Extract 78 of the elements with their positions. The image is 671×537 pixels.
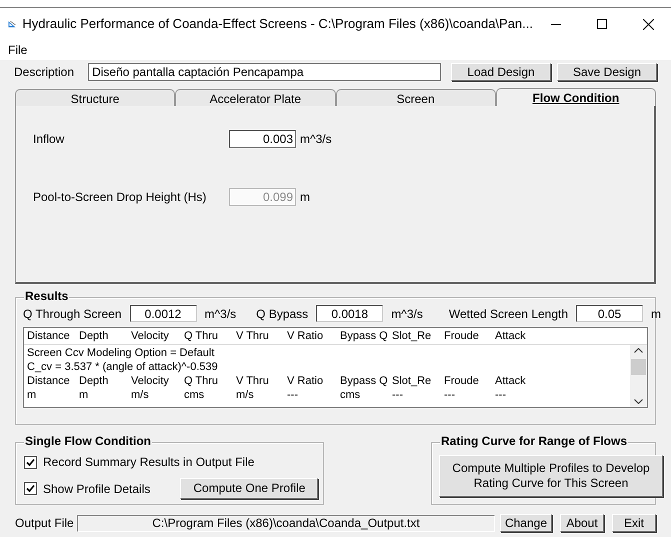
log-cell-text: Q Thru	[184, 374, 220, 388]
description-field[interactable]: Diseño pantalla captación Pencapampa	[88, 63, 441, 81]
tab[interactable]: Accelerator Plate	[175, 89, 336, 106]
checkbox-label: Show Profile Details	[43, 480, 150, 498]
checkbox[interactable]	[24, 456, 37, 468]
log-cell-text: ---	[444, 388, 456, 402]
result-field[interactable]: 0.0018	[316, 305, 384, 322]
check-icon	[26, 484, 35, 493]
log-cell-text: cms	[184, 388, 206, 402]
log-cell-text: Distance	[27, 374, 71, 388]
column-header: Depth	[79, 329, 110, 343]
log-cell-text: m/s	[236, 388, 255, 402]
result-field[interactable]: 0.0012	[130, 305, 197, 322]
log-cell-text: Slot_Re	[392, 374, 432, 388]
group-title: Single Flow Condition	[24, 434, 152, 449]
log-cell-text: Froude	[444, 374, 480, 388]
column-header: Distance	[27, 329, 71, 343]
menu-item[interactable]: File	[8, 41, 28, 59]
compute-profile-button[interactable]: Compute One Profile	[180, 478, 318, 499]
value-field: 0.099	[229, 188, 296, 206]
footer-button[interactable]: About	[560, 514, 604, 532]
column-header: Froude	[444, 329, 480, 343]
log-cell-text: ---	[392, 388, 404, 402]
field-label: Inflow	[33, 131, 66, 148]
checkbox-label: Record Summary Results in Output File	[43, 454, 254, 471]
tab[interactable]: Screen	[336, 89, 496, 106]
column-header: Q Thru	[184, 329, 220, 343]
window-title: Hydraulic Performance of Coanda-Effect Screens - C:\Program Files (x86)\coanda\Pan...	[22, 15, 533, 34]
output-file-field: C:\Program Files (x86)\coanda\Coanda_Output.txt	[77, 514, 495, 532]
column-header: Velocity	[131, 329, 170, 343]
design-button[interactable]: Load Design	[451, 63, 551, 81]
log-cell-text: Bypass Q	[340, 374, 389, 388]
unit-label: m	[300, 189, 310, 206]
scroll-down-icon[interactable]	[634, 399, 643, 404]
log-cell-text: V Thru	[236, 374, 270, 388]
scrollbar[interactable]	[630, 345, 647, 407]
maximize-icon	[597, 19, 607, 29]
design-button[interactable]: Save Design	[557, 63, 657, 81]
result-label: Q Bypass	[256, 306, 308, 322]
log-cell-text: m	[79, 388, 90, 402]
value-field[interactable]: 0.003	[229, 130, 296, 148]
log-cell-text: m	[27, 388, 38, 402]
log-cell-text: V Ratio	[287, 374, 324, 388]
column-header: Slot_Re	[392, 329, 432, 343]
log-line: Screen Ccv Modeling Option = Default	[27, 346, 214, 360]
scroll-up-icon[interactable]	[634, 348, 643, 353]
column-header: Bypass Q	[340, 329, 389, 343]
result-field[interactable]: 0.05	[576, 305, 644, 322]
checkbox[interactable]	[24, 482, 37, 495]
unit-label: m^3/s	[300, 131, 332, 148]
log-line: C_cv = 3.537 * (angle of attack)^-0.539	[27, 360, 218, 374]
log-cell-text: cms	[340, 388, 362, 402]
column-header: V Ratio	[287, 329, 324, 343]
tab[interactable]: Structure	[15, 89, 176, 106]
log-cell-text: Attack	[495, 374, 527, 388]
column-header: Attack	[495, 329, 527, 343]
unit-label: m^3/s	[391, 306, 423, 322]
description-label: Description	[14, 64, 76, 81]
result-label: Wetted Screen Length	[448, 306, 568, 322]
tab[interactable]: Flow Condition	[496, 88, 656, 106]
unit-label: m	[651, 306, 662, 322]
compute-profiles-button[interactable]: Compute Multiple Profiles to Develop Rating Curve for This Screen	[439, 455, 663, 497]
field-label: Pool-to-Screen Drop Height (Hs)	[33, 189, 208, 206]
output-file-label: Output File	[15, 515, 75, 532]
scroll-thumb[interactable]	[631, 359, 646, 375]
log-cell-text: ---	[287, 388, 299, 402]
result-label: Q Through Screen	[23, 306, 122, 322]
log-cell-text: Depth	[79, 374, 110, 388]
check-icon	[26, 458, 35, 466]
group-title: Rating Curve for Range of Flows	[440, 434, 628, 449]
unit-label: m^3/s	[204, 306, 236, 322]
close-icon	[642, 18, 654, 30]
column-header: V Thru	[236, 329, 270, 343]
log-cell-text: ---	[495, 388, 507, 402]
log-cell-text: m/s	[131, 388, 150, 402]
footer-button[interactable]: Exit	[612, 514, 656, 532]
footer-button[interactable]: Change	[500, 514, 552, 532]
log-cell-text: Velocity	[131, 374, 170, 388]
